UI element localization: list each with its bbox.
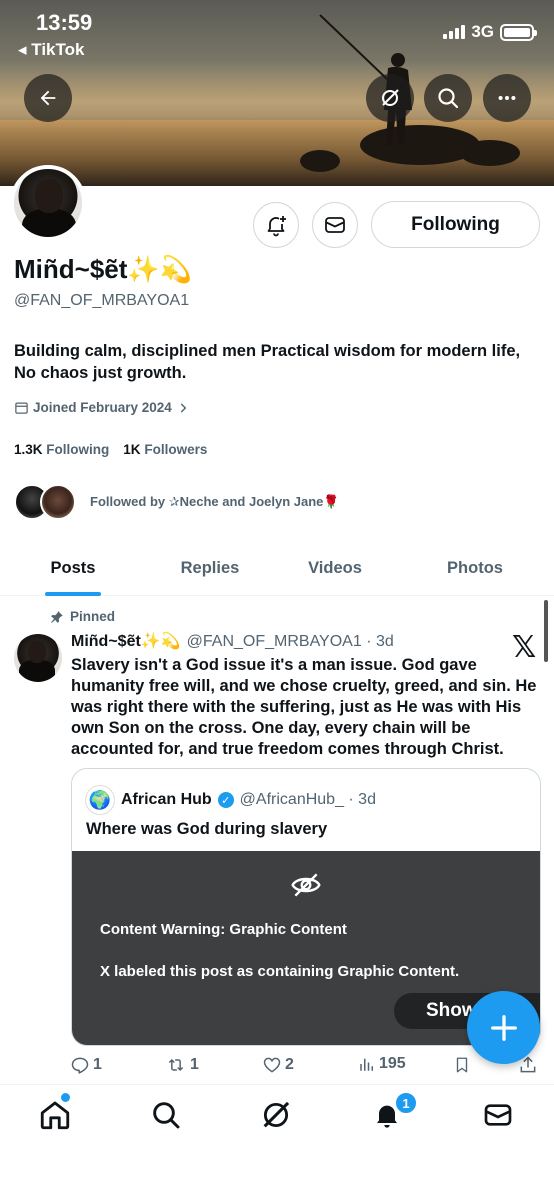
chevron-right-icon [180, 402, 187, 413]
following-stat[interactable]: 1.3K Following [14, 442, 109, 457]
tab-posts[interactable]: Posts [0, 540, 146, 596]
profile-tabs: Posts Replies Videos Photos [0, 540, 554, 596]
repost-count: 1 [190, 1056, 199, 1073]
heart-icon [263, 1057, 281, 1073]
quoted-post-text: Where was God during slavery [86, 820, 328, 838]
views-count: 195 [379, 1055, 406, 1072]
post-actions: 1 1 2 195 [70, 1055, 540, 1081]
envelope-icon [325, 217, 345, 233]
like-action[interactable]: 2 [262, 1055, 294, 1075]
notify-button[interactable] [253, 202, 299, 248]
pinned-indicator: Pinned [50, 609, 115, 624]
reply-icon [71, 1057, 89, 1074]
home-unread-dot [61, 1093, 70, 1102]
envelope-icon [484, 1104, 512, 1126]
back-button[interactable] [24, 74, 72, 122]
profile-avatar[interactable] [10, 165, 86, 241]
signal-icon [443, 25, 466, 39]
follow-stats: 1.3K Following 1K Followers [14, 442, 207, 457]
following-count: 1.3K [14, 442, 43, 457]
followed-by[interactable]: Followed by ✰Neche and Joelyn Jane🌹 [14, 484, 340, 520]
followers-stat-label: Followers [144, 442, 208, 457]
bookmark-icon [456, 1057, 468, 1073]
search-icon [153, 1102, 180, 1129]
quoted-post-header: 🌍 African Hub ✓ @AfricanHub_ · 3d [85, 785, 376, 815]
plus-icon [490, 1014, 517, 1041]
quoted-author-name: African Hub [121, 791, 212, 808]
following-button[interactable]: Following [371, 201, 540, 248]
grok-button[interactable] [366, 74, 414, 122]
followers-count: 1K [123, 442, 141, 457]
bookmark-action[interactable] [453, 1055, 471, 1075]
calendar-icon [15, 402, 28, 414]
profile-handle: @FAN_OF_MRBAYOA1 [14, 292, 190, 309]
joined-label: Joined February 2024 [33, 400, 172, 415]
eye-slash-icon [291, 873, 321, 897]
status-indicators: 3G [443, 22, 537, 42]
banner-rock [460, 140, 520, 166]
grok-icon [263, 1101, 290, 1128]
search-button[interactable] [424, 74, 472, 122]
arrow-left-icon [40, 90, 56, 106]
pin-icon [51, 610, 63, 623]
nav-grok[interactable] [256, 1095, 296, 1135]
post-author-handle[interactable]: @FAN_OF_MRBAYOA1 · 3d [187, 633, 394, 651]
repost-icon [168, 1058, 184, 1072]
nav-search[interactable] [146, 1095, 186, 1135]
bell-plus-icon [267, 216, 286, 237]
following-stat-label: Following [46, 442, 110, 457]
back-to-app-link[interactable]: ◂ TikTok [18, 40, 84, 60]
reply-count: 1 [93, 1056, 102, 1073]
reply-action[interactable]: 1 [70, 1055, 102, 1075]
post-text: Slavery isn't a God issue it's a man iss… [71, 656, 537, 758]
quoted-author-avatar: 🌍 [85, 785, 115, 815]
tab-photos[interactable]: Photos [396, 540, 554, 596]
display-name: Miñd~$ẽt✨💫 [14, 254, 193, 284]
like-count: 2 [285, 1056, 294, 1073]
views-chart-icon [360, 1058, 373, 1071]
scrollbar[interactable] [544, 600, 548, 662]
notification-badge: 1 [394, 1091, 418, 1115]
profile-bio: Building calm, disciplined men Practical… [14, 342, 521, 382]
bottom-nav: 1 [0, 1084, 554, 1200]
message-button[interactable] [312, 202, 358, 248]
repost-action[interactable]: 1 [165, 1055, 199, 1075]
home-icon [40, 1101, 70, 1130]
battery-icon [500, 23, 537, 41]
nav-home[interactable] [35, 1095, 75, 1135]
nav-messages[interactable] [478, 1095, 518, 1135]
quoted-post[interactable]: 🌍 African Hub ✓ @AfricanHub_ · 3d Where … [71, 768, 541, 1046]
network-label: 3G [471, 22, 494, 41]
tab-replies[interactable]: Replies [146, 540, 274, 596]
search-icon [438, 88, 459, 109]
joined-date[interactable]: Joined February 2024 [14, 400, 190, 415]
verified-badge-icon: ✓ [217, 792, 234, 808]
warning-title: Content Warning: Graphic Content [100, 921, 347, 938]
views-action[interactable]: 195 [358, 1055, 406, 1073]
post-author-avatar[interactable] [14, 634, 62, 682]
warning-text: X labeled this post as containing Graphi… [100, 963, 460, 980]
follower-avatar [40, 484, 76, 520]
status-time: 13:59 [36, 10, 93, 35]
post-header: Miñd~$ẽt✨💫 @FAN_OF_MRBAYOA1 · 3d [71, 631, 394, 651]
followed-by-text: Followed by ✰Neche and Joelyn Jane🌹 [90, 494, 340, 509]
banner-rock [300, 150, 340, 172]
quoted-author-handle: @AfricanHub_ · 3d [239, 791, 376, 808]
pinned-label: Pinned [70, 609, 116, 624]
more-dots-icon [498, 95, 516, 101]
fisherman-silhouette [319, 14, 412, 145]
more-button[interactable] [483, 74, 531, 122]
grok-icon [382, 89, 399, 106]
post-author-name[interactable]: Miñd~$ẽt✨💫 [71, 631, 181, 651]
followers-stat[interactable]: 1K Followers [123, 442, 207, 457]
compose-post-button[interactable] [467, 991, 540, 1064]
tab-videos[interactable]: Videos [274, 540, 396, 596]
